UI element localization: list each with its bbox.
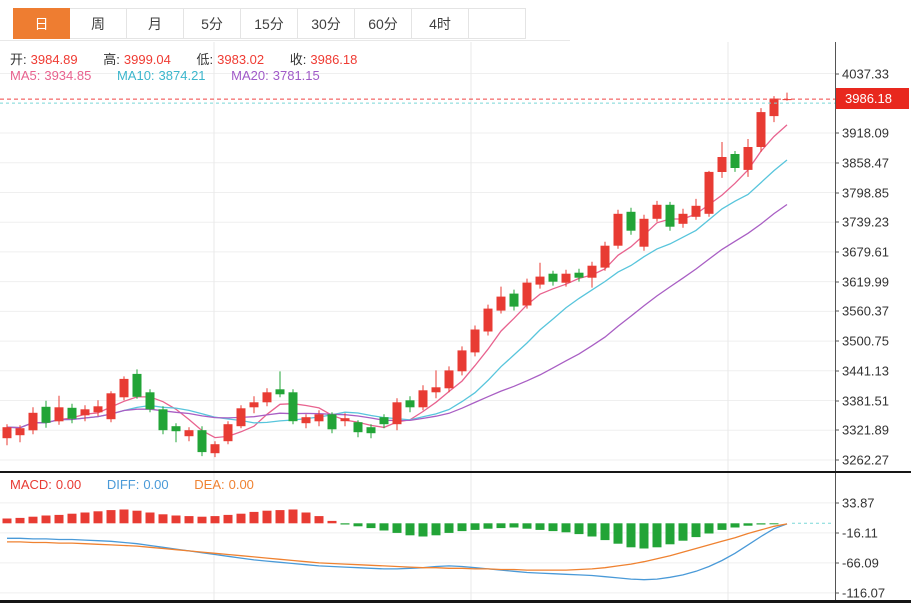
tab-month[interactable]: 月 — [127, 8, 184, 39]
ma10-value: 3874.21 — [159, 68, 206, 83]
axis-tick-dash — [835, 430, 839, 431]
ohlc-readout: 开: 3984.89 高: 3999.04 低:3983.02 收:3986.18 — [10, 49, 361, 68]
timeframe-tabbar: 日 周 月 5分 15分 30分 60分 4时 — [13, 8, 526, 39]
axis-tick-dash — [835, 251, 839, 252]
axis-tick-dash — [835, 222, 839, 223]
macd-readout: MACD:0.00 DIFF:0.00 DEA:0.00 — [10, 477, 258, 492]
high-value: 3999.04 — [124, 52, 171, 67]
ma-readout: MA5: 3934.85 MA10: 3874.21 MA20: 3781.15 — [10, 68, 324, 83]
axis-tick-dash — [835, 281, 839, 282]
axis-tick-dash — [835, 370, 839, 371]
axis-tick-dash — [835, 400, 839, 401]
axis-tick-label: 3918.09 — [835, 126, 889, 141]
diff-value: 0.00 — [143, 477, 168, 492]
dea-value: 0.00 — [229, 477, 254, 492]
macd-indicator-chart[interactable] — [0, 473, 836, 600]
high-label: 高: — [103, 52, 120, 67]
tab-30min[interactable]: 30分 — [298, 8, 355, 39]
open-label: 开: — [10, 52, 27, 67]
close-label: 收: — [290, 52, 307, 67]
axis-tick-label: 3321.89 — [835, 423, 889, 438]
diff-label: DIFF: — [107, 477, 140, 492]
tab-60min[interactable]: 60分 — [355, 8, 412, 39]
tabbar-underline — [0, 40, 570, 41]
axis-tick-label: 3798.85 — [835, 185, 889, 200]
axis-tick-label: 3381.51 — [835, 393, 889, 408]
axis-tick-label: -116.07 — [835, 585, 885, 600]
axis-tick-dash — [835, 133, 839, 134]
axis-tick-label: 3858.47 — [835, 155, 889, 170]
dea-label: DEA: — [194, 477, 224, 492]
axis-tick-label: -66.09 — [835, 555, 879, 570]
tab-4hour[interactable]: 4时 — [412, 8, 469, 39]
tab-15min[interactable]: 15分 — [241, 8, 298, 39]
low-value: 3983.02 — [217, 52, 264, 67]
ma10-label: MA10: — [117, 68, 155, 83]
bottom-border — [0, 600, 911, 603]
axis-tick-dash — [835, 502, 839, 503]
macd-value: 0.00 — [56, 477, 81, 492]
tab-day[interactable]: 日 — [13, 8, 70, 39]
axis-tick-label: 3560.37 — [835, 304, 889, 319]
axis-tick-label: 3500.75 — [835, 334, 889, 349]
tab-5min[interactable]: 5分 — [184, 8, 241, 39]
axis-tick-dash — [835, 311, 839, 312]
open-value: 3984.89 — [31, 52, 78, 67]
kline-chart-app: 日 周 月 5分 15分 30分 60分 4时 开: 3984.89 高: 3999… — [0, 0, 911, 605]
axis-tick-dash — [835, 532, 839, 533]
axis-tick-label: 4037.33 — [835, 66, 889, 81]
axis-tick-dash — [835, 73, 839, 74]
axis-tick-dash — [835, 341, 839, 342]
panel-divider — [0, 471, 911, 473]
axis-tick-dash — [835, 562, 839, 563]
ma5-label: MA5: — [10, 68, 40, 83]
axis-tick-label: 3262.27 — [835, 453, 889, 468]
close-value: 3986.18 — [310, 52, 357, 67]
axis-tick-label: 3619.99 — [835, 274, 889, 289]
main-candlestick-chart[interactable] — [0, 42, 836, 472]
macd-label: MACD: — [10, 477, 52, 492]
tab-week[interactable]: 周 — [70, 8, 127, 39]
axis-tick-dash — [835, 460, 839, 461]
axis-tick-dash — [835, 162, 839, 163]
low-label: 低: — [197, 52, 214, 67]
axis-tick-label: -16.11 — [835, 525, 878, 540]
axis-tick-label: 3441.13 — [835, 363, 889, 378]
axis-tick-label: 33.87 — [835, 495, 875, 510]
ma5-value: 3934.85 — [44, 68, 91, 83]
tab-filler — [469, 8, 526, 39]
current-price-badge: 3986.18 — [836, 88, 909, 109]
axis-tick-label: 3739.23 — [835, 215, 889, 230]
ma20-value: 3781.15 — [273, 68, 320, 83]
axis-tick-label: 3679.61 — [835, 244, 889, 259]
ma20-label: MA20: — [231, 68, 269, 83]
axis-tick-dash — [835, 592, 839, 593]
axis-tick-dash — [835, 192, 839, 193]
